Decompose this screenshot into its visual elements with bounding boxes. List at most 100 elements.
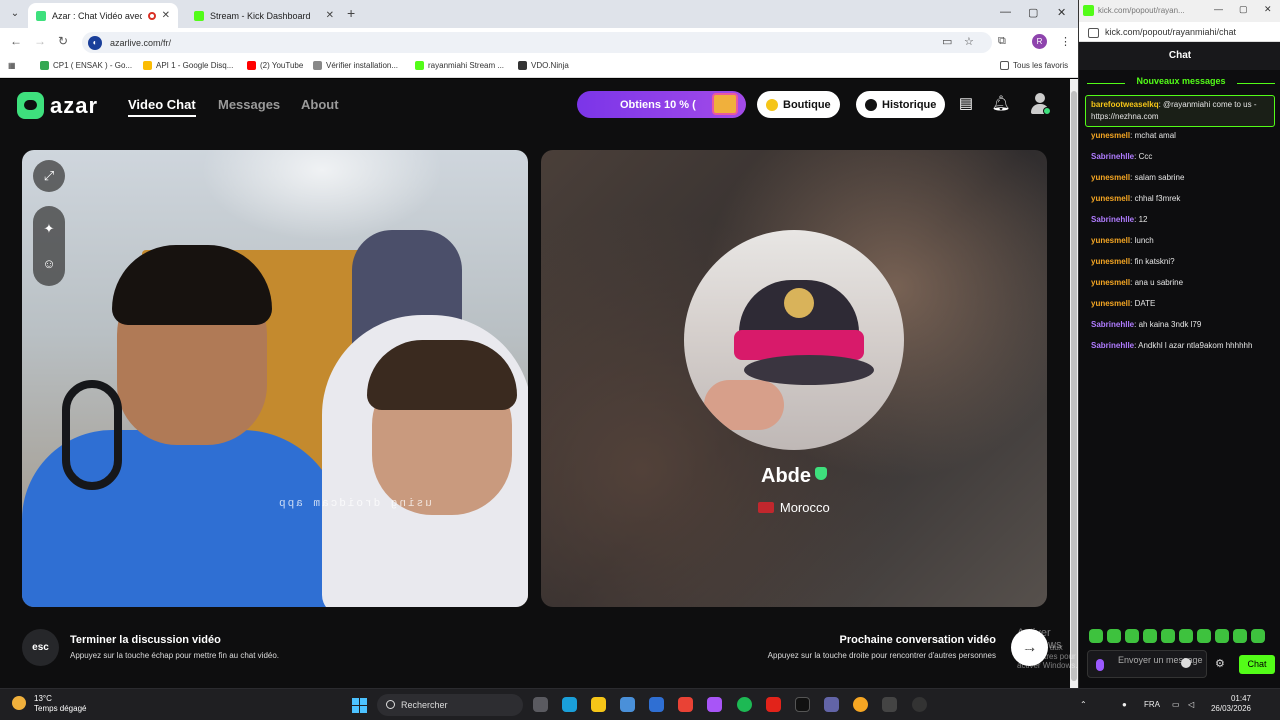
chat-message[interactable]: yunesmell: fin katskni? [1091, 256, 1273, 268]
tab-kick-dashboard[interactable]: Stream - Kick Dashboard ✕ [186, 3, 342, 28]
maximize-button[interactable]: ▢ [1028, 6, 1038, 19]
clock[interactable]: 01:47 26/03/2026 [1209, 694, 1251, 714]
app-icon[interactable] [882, 697, 897, 712]
shop-button[interactable]: Boutique [757, 91, 840, 118]
address-bar[interactable]: ◐ azarlive.com/fr/ [82, 32, 992, 53]
bookmark-item[interactable]: rayanmiahi Stream ... [415, 61, 504, 70]
bookmark-item[interactable]: CP1 ( ENSAK ) - Go... [40, 61, 132, 70]
volume-icon[interactable]: ◁ [1188, 700, 1194, 709]
chrome-icon[interactable] [678, 697, 693, 712]
emote-icon[interactable] [1107, 629, 1121, 643]
chat-message[interactable]: yunesmell: salam sabrine [1091, 172, 1273, 184]
store-icon[interactable] [620, 697, 635, 712]
apps-grid-icon[interactable]: ▦ [8, 61, 16, 70]
chat-username[interactable]: yunesmell [1091, 194, 1130, 203]
kick-maximize-button[interactable]: ▢ [1239, 4, 1248, 15]
chat-message[interactable]: Sabrinehlle: 12 [1091, 214, 1273, 226]
face-filter-icon[interactable]: ☺ [33, 256, 65, 271]
chat-username[interactable]: Sabrinehlle [1091, 215, 1134, 224]
all-bookmarks-folder[interactable]: Tous les favoris [1000, 61, 1068, 70]
language-indicator[interactable]: FRA [1144, 700, 1160, 709]
chat-message[interactable]: Sabrinehlle: Ccc [1091, 151, 1273, 163]
archive-icon[interactable]: ▤ [956, 94, 976, 114]
bookmark-star-icon[interactable]: ☆ [964, 35, 974, 48]
obs-icon[interactable] [912, 697, 927, 712]
start-button[interactable] [352, 698, 367, 713]
chat-settings-icon[interactable]: ⚙ [1215, 657, 1225, 670]
emote-icon[interactable] [1179, 629, 1193, 643]
nav-about[interactable]: About [301, 97, 339, 112]
tab-azar[interactable]: Azar : Chat Vidéo avec de n ✕ [28, 3, 178, 28]
wps-icon[interactable] [766, 697, 781, 712]
weather-widget[interactable]: 13°C Temps dégagé [12, 694, 86, 714]
emote-icon[interactable] [1197, 629, 1211, 643]
cast-icon[interactable]: ▭ [942, 35, 952, 48]
bookmark-item[interactable]: (2) YouTube [247, 61, 303, 70]
kick-minimize-button[interactable]: — [1214, 4, 1223, 14]
site-info-icon[interactable]: ◐ [88, 35, 102, 50]
chat-message[interactable]: yunesmell: DATE [1091, 298, 1273, 310]
chat-message[interactable]: yunesmell: chhal f3mrek [1091, 193, 1273, 205]
emote-icon[interactable] [1233, 629, 1247, 643]
forward-icon[interactable]: → [34, 34, 46, 48]
copilot-icon[interactable] [707, 697, 722, 712]
bookmark-item[interactable]: Vérifier installation... [313, 61, 398, 70]
app-icon[interactable] [853, 697, 868, 712]
bell-icon[interactable]: 🔔︎ [991, 94, 1011, 114]
emoji-picker-icon[interactable] [1181, 658, 1191, 668]
minimize-button[interactable]: — [1000, 6, 1011, 18]
azar-logo[interactable]: azar [17, 92, 98, 119]
new-tab-button[interactable]: + [347, 5, 355, 21]
menu-dots-icon[interactable]: ⋮ [1060, 35, 1071, 48]
tray-chevron-icon[interactable]: ⌃ [1080, 700, 1087, 709]
bookmark-item[interactable]: VDO.Ninja [518, 61, 569, 70]
taskbar-search[interactable]: Rechercher [377, 694, 523, 716]
teams-icon[interactable] [824, 697, 839, 712]
tab-close-icon[interactable]: ✕ [326, 10, 334, 21]
spotify-icon[interactable] [737, 697, 752, 712]
extensions-icon[interactable]: ⧉ [998, 35, 1006, 48]
chat-message[interactable]: yunesmell: mchat amal [1091, 130, 1273, 142]
nav-messages[interactable]: Messages [218, 97, 280, 112]
emote-icon[interactable] [1215, 629, 1229, 643]
chat-username[interactable]: Sabrinehlle [1091, 341, 1134, 350]
chat-username[interactable]: yunesmell [1091, 173, 1130, 182]
close-window-button[interactable]: ✕ [1057, 6, 1066, 19]
tab-close-icon[interactable]: ✕ [162, 10, 170, 21]
chat-username[interactable]: yunesmell [1091, 278, 1130, 287]
chat-username[interactable]: Sabrinehlle [1091, 152, 1134, 161]
mic-tray-icon[interactable]: ● [1122, 700, 1127, 709]
chat-message[interactable]: Sabrinehlle: ah kaina 3ndk l79 [1091, 319, 1273, 331]
tiktok-icon[interactable] [795, 697, 810, 712]
network-icon[interactable]: ▭ [1172, 700, 1180, 709]
emote-icon[interactable] [1251, 629, 1265, 643]
mail-icon[interactable] [649, 697, 664, 712]
tab-search-button[interactable]: ⌄ [6, 5, 24, 23]
kick-close-button[interactable]: ✕ [1264, 4, 1272, 15]
emote-icon[interactable] [1125, 629, 1139, 643]
edge-icon[interactable] [562, 697, 577, 712]
reload-icon[interactable]: ↻ [58, 34, 68, 48]
task-view-icon[interactable] [533, 697, 548, 712]
chat-username[interactable]: barefootweaselkq [1091, 100, 1159, 109]
chat-message[interactable]: yunesmell: lunch [1091, 235, 1273, 247]
chat-username[interactable]: yunesmell [1091, 299, 1130, 308]
back-icon[interactable]: ← [10, 34, 22, 48]
chat-message[interactable]: yunesmell: ana u sabrine [1091, 277, 1273, 289]
kick-url[interactable]: kick.com/popout/rayanmiahi/chat [1079, 22, 1280, 42]
chat-username[interactable]: yunesmell [1091, 257, 1130, 266]
magic-wand-icon[interactable]: ✦ [33, 221, 65, 237]
emote-icon[interactable] [1161, 629, 1175, 643]
chat-send-button[interactable]: Chat [1239, 655, 1275, 674]
page-scrollbar[interactable] [1070, 79, 1078, 688]
emote-icon[interactable] [1143, 629, 1157, 643]
file-explorer-icon[interactable] [591, 697, 606, 712]
chat-username[interactable]: yunesmell [1091, 131, 1130, 140]
chat-username[interactable]: Sabrinehlle [1091, 320, 1134, 329]
scrollbar-thumb[interactable] [1071, 91, 1077, 681]
promo-button[interactable]: Obtiens 10 % ( [577, 91, 746, 118]
chat-username[interactable]: yunesmell [1091, 236, 1130, 245]
profile-avatar[interactable]: R [1032, 34, 1047, 49]
pip-toggle-icon[interactable]: ⤢ [33, 160, 65, 192]
emote-icon[interactable] [1089, 629, 1103, 643]
